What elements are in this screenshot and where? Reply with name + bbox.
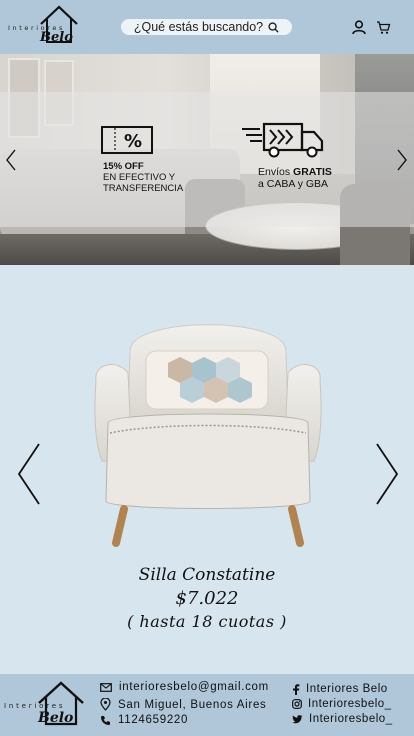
logo[interactable]: Interiores Belo [8,4,82,48]
product-price: $7.022 [175,588,239,609]
footer-facebook[interactable]: Interiores Belo [292,683,388,695]
banner-overlay [0,92,414,227]
footer-email[interactable]: interioresbelo@gmail.com [100,681,269,693]
promo-discount-title: 15% OFF [103,161,144,172]
promo-discount: 15% OFF EN EFECTIVO Y TRANSFERENCIA [103,161,183,194]
instagram-icon [292,699,302,709]
footer-location: San Miguel, Buenos Aires [100,698,267,711]
search-bar[interactable]: ¿Qué estás buscando? [121,19,292,35]
location-pin-icon [100,698,111,711]
footer-logo-script: Belo [38,710,74,726]
phone-icon [101,715,110,725]
promo-shipping-prefix: Envíos [258,166,294,178]
mail-icon [100,682,112,692]
product-installments: ( hasta 18 cuotas ) [127,612,287,631]
promo-shipping: Envíos GRATIS a CABA y GBA [258,166,332,190]
footer-phone-text: 1124659220 [118,714,189,726]
footer-instagram-text: Interioresbelo_ [308,698,392,710]
chevron-left-icon[interactable] [16,442,42,506]
logo-script: Belo [40,30,73,45]
footer-logo-wordmark: Interiores [4,702,66,710]
promo-banner: % 15% OFF EN EFECTIVO Y TRANSFERENCIA En… [0,54,414,265]
search-placeholder: ¿Qué estás buscando? [133,20,264,34]
promo-discount-line2: EN EFECTIVO Y [103,172,176,183]
user-icon[interactable] [351,18,367,36]
promo-shipping-bold: GRATIS [293,166,332,178]
promo-discount-line3: TRANSFERENCIA [103,183,184,194]
footer-facebook-text: Interiores Belo [306,683,388,695]
footer-twitter-text: Interioresbelo_ [309,713,393,725]
cart-icon[interactable] [375,18,391,36]
chevron-left-icon[interactable] [5,149,17,171]
ticket-percent-icon: % [101,126,153,154]
footer-phone[interactable]: 1124659220 [100,714,188,726]
twitter-icon [292,714,303,723]
footer-instagram[interactable]: Interioresbelo_ [292,698,392,710]
chevron-right-icon[interactable] [396,149,408,171]
footer-logo[interactable]: Interiores Belo [4,680,90,732]
promo-shipping-line2: a CABA y GBA [258,178,329,190]
product-image[interactable] [88,311,328,561]
footer: Interiores Belo interioresbelo@gmail.com… [0,674,414,736]
product-carousel: Silla Constatine $7.022 ( hasta 18 cuota… [0,265,414,673]
chevron-right-icon[interactable] [374,442,400,506]
svg-text:%: % [124,131,142,152]
footer-email-text: interioresbelo@gmail.com [119,681,269,693]
footer-location-text: San Miguel, Buenos Aires [118,698,267,711]
search-icon[interactable] [268,21,279,33]
product-name[interactable]: Silla Constatine [0,565,414,585]
header: Interiores Belo ¿Qué estás buscando? [0,0,414,54]
facebook-icon [293,683,300,695]
delivery-truck-icon [242,122,324,158]
footer-twitter[interactable]: Interioresbelo_ [292,713,393,725]
